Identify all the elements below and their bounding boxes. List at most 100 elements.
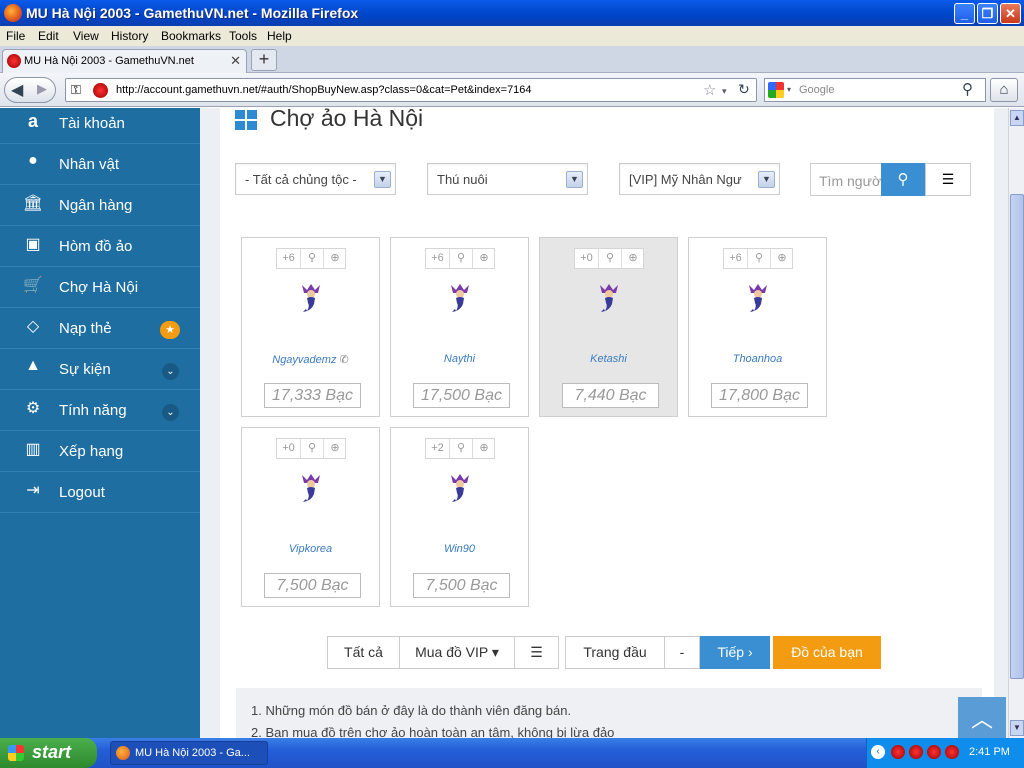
start-button[interactable]: start <box>0 738 97 768</box>
magnifier-icon[interactable]: ⚲ <box>962 80 973 98</box>
menu-view[interactable]: View <box>73 29 99 43</box>
home-button[interactable]: ⌂ <box>990 78 1018 102</box>
item-price[interactable]: 17,500 Bạc <box>413 383 510 408</box>
amazon-icon: a <box>27 111 38 131</box>
back-arrow-icon[interactable]: ◀ <box>11 80 23 100</box>
tab-title: MU Hà Nội 2003 - GamethuVN.net <box>24 55 194 67</box>
menu-help[interactable]: Help <box>267 29 292 43</box>
mermaid-pet-icon <box>451 284 469 312</box>
seller-name[interactable]: Naythi <box>391 353 528 365</box>
item-price[interactable]: 7,500 Bạc <box>413 573 510 598</box>
sidebar-item-features[interactable]: ⚙ Tính năng ⌄ <box>0 390 200 431</box>
zoom-in-icon[interactable]: ⊕ <box>472 439 495 458</box>
address-bar[interactable]: ⚿ http://account.gamethuvn.net/#auth/Sho… <box>65 78 757 102</box>
sidebar-item-virtual-chest[interactable]: ▣ Hòm đồ ảo <box>0 226 200 267</box>
seller-name[interactable]: Ketashi <box>540 353 677 365</box>
tray-app-icon[interactable] <box>909 745 923 759</box>
google-icon[interactable] <box>768 82 784 98</box>
vertical-scrollbar[interactable]: ▲ ▼ <box>1008 108 1024 738</box>
my-items-button[interactable]: Đồ của bạn <box>773 636 881 669</box>
engine-dropdown-icon[interactable]: ▾ <box>787 85 791 94</box>
sidebar-item-market[interactable]: 🛒 Chợ Hà Nội <box>0 267 200 308</box>
bank-icon: 🏛 <box>22 195 44 212</box>
item-card[interactable]: +6 ⚲ ⊕ Naythi 17,500 Bạc <box>390 237 529 417</box>
search-icon[interactable]: ⚲ <box>300 439 323 458</box>
sidebar-item-events[interactable]: ▲ Sự kiện ⌄ <box>0 349 200 390</box>
scroll-down-arrow-icon[interactable]: ▼ <box>1010 720 1024 736</box>
seller-search-input[interactable]: Tìm người bán <box>810 163 882 196</box>
close-tab-icon[interactable]: ✕ <box>230 53 241 69</box>
menu-edit[interactable]: Edit <box>38 29 59 43</box>
site-identity-icon[interactable] <box>93 83 108 98</box>
sidebar-item-logout[interactable]: ⇥ Logout <box>0 472 200 513</box>
seller-name[interactable]: Vipkorea <box>242 543 379 555</box>
menu-history[interactable]: History <box>111 29 148 43</box>
race-select[interactable]: - Tất cả chủng tộc - ▼ <box>235 163 396 195</box>
scroll-to-top-button[interactable]: ︿ <box>958 697 1006 738</box>
forward-arrow-icon[interactable]: ▶ <box>37 81 47 97</box>
scrollbar-thumb[interactable] <box>1010 194 1024 679</box>
new-tab-button[interactable]: + <box>251 49 277 71</box>
search-button[interactable]: ⚲ <box>881 163 925 196</box>
seller-name[interactable]: Ngayvademz ✆ <box>242 353 379 366</box>
search-bar[interactable]: ▾ Google ⚲ <box>764 78 986 102</box>
sidebar-item-bank[interactable]: 🏛 Ngân hàng <box>0 185 200 226</box>
item-level: +6 <box>431 252 444 264</box>
tray-app-icon[interactable] <box>927 745 941 759</box>
menu-tools[interactable]: Tools <box>229 29 257 43</box>
buy-vip-dropdown[interactable]: Mua đồ VIP ▾ <box>399 636 515 669</box>
item-card[interactable]: +2 ⚲ ⊕ Win90 7,500 Bạc <box>390 427 529 607</box>
tray-expand-icon[interactable]: ‹ <box>871 745 885 759</box>
navigation-toolbar: ◀ ▶ ⚿ http://account.gamethuvn.net/#auth… <box>0 73 1024 107</box>
window-title-bar: MU Hà Nội 2003 - GamethuVN.net - Mozilla… <box>0 0 1024 26</box>
seller-name[interactable]: Thoanhoa <box>689 353 826 365</box>
list-view-toggle[interactable]: ☰ <box>514 636 559 669</box>
item-card[interactable]: +0 ⚲ ⊕ Ketashi 7,440 Bạc <box>539 237 678 417</box>
next-page-button[interactable]: Tiếp › <box>700 636 770 669</box>
zoom-in-icon[interactable]: ⊕ <box>770 249 793 268</box>
zoom-in-icon[interactable]: ⊕ <box>323 249 346 268</box>
sidebar-item-account[interactable]: a Tài khoản <box>0 108 200 144</box>
search-icon[interactable]: ⚲ <box>449 249 472 268</box>
reload-icon[interactable]: ↻ <box>738 81 750 98</box>
item-card[interactable]: +6 ⚲ ⊕ Ngayvademz ✆ 17,333 Bạc <box>241 237 380 417</box>
item-card[interactable]: +6 ⚲ ⊕ Thoanhoa 17,800 Bạc <box>688 237 827 417</box>
taskbar-item-firefox[interactable]: MU Hà Nội 2003 - Ga... <box>110 741 268 765</box>
chevron-down-icon[interactable]: ⌄ <box>162 404 179 421</box>
sidebar-item-topup[interactable]: ◇ Nạp thẻ ★ <box>0 308 200 349</box>
tray-app-icon[interactable] <box>945 745 959 759</box>
category-select[interactable]: Thú nuôi ▼ <box>427 163 588 195</box>
sidebar-item-character[interactable]: ● Nhân vật <box>0 144 200 185</box>
item-price[interactable]: 7,500 Bạc <box>264 573 361 598</box>
search-icon[interactable]: ⚲ <box>747 249 770 268</box>
scroll-up-arrow-icon[interactable]: ▲ <box>1010 110 1024 126</box>
menu-bookmarks[interactable]: Bookmarks <box>161 29 221 43</box>
search-icon[interactable]: ⚲ <box>300 249 323 268</box>
maximize-button[interactable]: ❐ <box>977 3 998 24</box>
search-icon[interactable]: ⚲ <box>598 249 621 268</box>
search-icon[interactable]: ⚲ <box>449 439 472 458</box>
close-window-button[interactable]: ✕ <box>1000 3 1021 24</box>
zoom-in-icon[interactable]: ⊕ <box>323 439 346 458</box>
seller-name[interactable]: Win90 <box>391 543 528 555</box>
all-button[interactable]: Tất cả <box>327 636 400 669</box>
item-price[interactable]: 7,440 Bạc <box>562 383 659 408</box>
item-select[interactable]: [VIP] Mỹ Nhân Ngư ▼ <box>619 163 780 195</box>
first-page-button[interactable]: Trang đầu <box>565 636 665 669</box>
tray-app-icon[interactable] <box>891 745 905 759</box>
zoom-in-icon[interactable]: ⊕ <box>621 249 644 268</box>
list-view-button[interactable]: ☰ <box>925 163 971 196</box>
item-price[interactable]: 17,333 Bạc <box>264 383 361 408</box>
item-price[interactable]: 17,800 Bạc <box>711 383 808 408</box>
minimize-button[interactable]: _ <box>954 3 975 24</box>
chevron-down-icon[interactable]: ⌄ <box>162 363 179 380</box>
url-dropdown-icon[interactable]: ▾ <box>722 86 727 97</box>
menu-file[interactable]: File <box>6 29 25 43</box>
browser-tab[interactable]: MU Hà Nội 2003 - GamethuVN.net ✕ <box>2 49 247 73</box>
page-title: Chợ ảo Hà Nội <box>270 108 424 131</box>
star-badge: ★ <box>160 321 180 339</box>
zoom-in-icon[interactable]: ⊕ <box>472 249 495 268</box>
item-card[interactable]: +0 ⚲ ⊕ Vipkorea 7,500 Bạc <box>241 427 380 607</box>
sidebar-item-ranking[interactable]: ▥ Xếp hạng <box>0 431 200 472</box>
bookmark-star-icon[interactable]: ☆ <box>703 81 716 99</box>
